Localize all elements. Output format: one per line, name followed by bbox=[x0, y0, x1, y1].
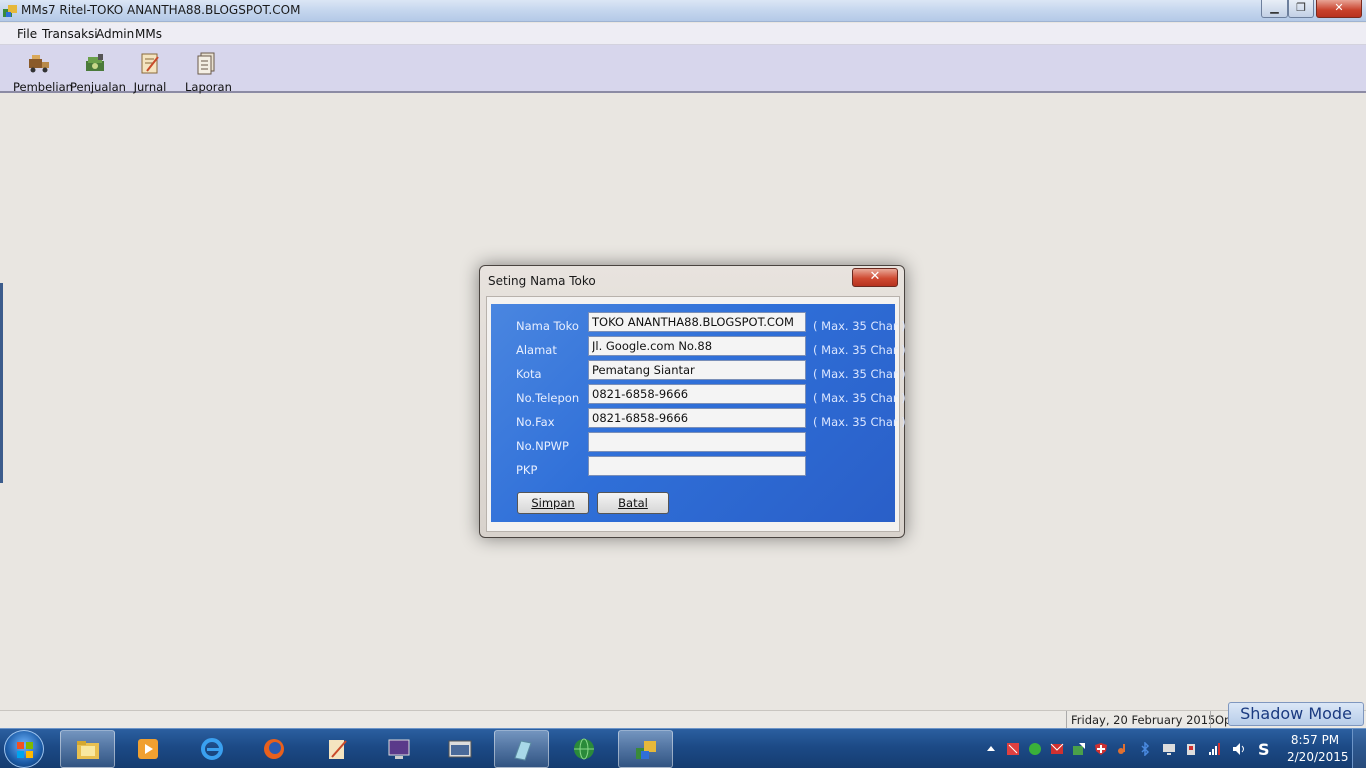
tray-volume-icon[interactable] bbox=[1232, 742, 1246, 756]
menu-bar: File Transaksi Admin MMs bbox=[0, 23, 1366, 45]
label-npwp: No.NPWP bbox=[516, 439, 569, 453]
clock-date[interactable]: 2/20/2015 bbox=[1287, 750, 1349, 764]
report-icon bbox=[197, 52, 215, 75]
tray-device-icon[interactable] bbox=[1184, 742, 1198, 756]
globe-icon bbox=[574, 738, 594, 760]
pembelian-label: Pembelian bbox=[13, 80, 73, 94]
firefox-icon bbox=[264, 739, 284, 759]
npwp-field[interactable] bbox=[588, 432, 806, 452]
label-pkp: PKP bbox=[516, 463, 538, 477]
media-player-icon bbox=[138, 739, 158, 759]
notepad-icon bbox=[329, 740, 347, 759]
taskbar-media-player[interactable] bbox=[121, 730, 176, 768]
fax-field[interactable] bbox=[588, 408, 806, 428]
dialog-close-button[interactable]: ✕ bbox=[852, 268, 898, 287]
menu-transaksi[interactable]: Transaksi bbox=[42, 27, 98, 41]
dialog-frame: Nama Toko ( Max. 35 Char ) Alamat ( Max.… bbox=[486, 296, 906, 532]
tray-update-icon[interactable] bbox=[1072, 742, 1086, 756]
taskbar-internet-explorer[interactable] bbox=[185, 730, 240, 768]
seting-nama-toko-dialog: Seting Nama Toko ✕ Nama Toko ( Max. 35 C… bbox=[479, 265, 906, 538]
label-kota: Kota bbox=[516, 367, 542, 381]
label-telepon: No.Telepon bbox=[516, 391, 580, 405]
alamat-field[interactable] bbox=[588, 336, 806, 356]
minimize-button[interactable]: ▁ bbox=[1261, 0, 1288, 18]
tray-expand-icon[interactable] bbox=[984, 742, 998, 756]
label-nama-toko: Nama Toko bbox=[516, 319, 579, 333]
clock-time[interactable]: 8:57 PM bbox=[1287, 733, 1343, 747]
show-desktop-button[interactable] bbox=[1352, 729, 1366, 768]
taskbar-window-app[interactable] bbox=[433, 730, 488, 768]
money-icon bbox=[86, 54, 104, 71]
pembelian-button[interactable]: Pembelian bbox=[13, 51, 73, 94]
pkp-field[interactable] bbox=[588, 456, 806, 476]
taskbar-firefox[interactable] bbox=[247, 730, 302, 768]
title-bar: MMs7 Ritel-TOKO ANANTHA88.BLOGSPOT.COM ▁… bbox=[0, 0, 1366, 22]
mms7-app-icon bbox=[636, 741, 656, 759]
tray-display-icon[interactable] bbox=[1162, 742, 1176, 756]
jurnal-button[interactable]: Jurnal bbox=[133, 51, 167, 94]
screen-icon bbox=[388, 739, 410, 759]
hint-nama-toko: ( Max. 35 Char ) bbox=[813, 319, 906, 333]
tray-shield-icon[interactable] bbox=[1094, 742, 1108, 756]
laporan-button[interactable]: Laporan bbox=[185, 51, 232, 94]
status-date: Friday, 20 February 2015 bbox=[1066, 711, 1219, 729]
tray-security-icon[interactable] bbox=[1006, 742, 1020, 756]
hint-alamat: ( Max. 35 Char ) bbox=[813, 343, 906, 357]
taskbar-notepad[interactable] bbox=[310, 730, 365, 768]
taskbar-paper-app[interactable] bbox=[494, 730, 549, 768]
batal-button[interactable]: Batal bbox=[597, 492, 669, 514]
status-bar: Friday, 20 February 2015 Op bbox=[0, 710, 1366, 729]
telepon-field[interactable] bbox=[588, 384, 806, 404]
label-alamat: Alamat bbox=[516, 343, 557, 357]
hint-fax: ( Max. 35 Char ) bbox=[813, 415, 906, 429]
tray-mail-icon[interactable] bbox=[1050, 742, 1064, 756]
shadow-mode-badge[interactable]: Shadow Mode bbox=[1228, 702, 1364, 726]
dialog-title: Seting Nama Toko bbox=[488, 274, 596, 288]
taskbar-explorer[interactable] bbox=[60, 730, 115, 768]
penjualan-button[interactable]: Penjualan bbox=[70, 51, 126, 94]
svg-text:S: S bbox=[1258, 740, 1270, 758]
left-edge-marker bbox=[0, 283, 3, 483]
start-button[interactable] bbox=[4, 730, 44, 768]
laporan-label: Laporan bbox=[185, 80, 232, 94]
notepad-icon bbox=[141, 53, 159, 74]
paper-icon bbox=[514, 740, 532, 761]
internet-explorer-icon bbox=[201, 738, 223, 760]
taskbar-screen-app[interactable] bbox=[372, 730, 427, 768]
toolbar: Pembelian Penjualan Jurnal Laporan bbox=[0, 45, 1366, 94]
close-button[interactable]: ✕ bbox=[1316, 0, 1362, 18]
tray-signal-icon[interactable] bbox=[1208, 742, 1222, 756]
menu-mms[interactable]: MMs bbox=[135, 27, 162, 41]
folder-icon bbox=[77, 741, 99, 759]
tray-audio-manager-icon[interactable] bbox=[1116, 742, 1130, 756]
window-title: MMs7 Ritel-TOKO ANANTHA88.BLOGSPOT.COM bbox=[21, 3, 301, 17]
windows-logo-icon bbox=[17, 742, 33, 758]
taskbar-mms7-app[interactable] bbox=[618, 730, 673, 768]
tray-skype-icon[interactable]: S bbox=[1256, 740, 1274, 758]
window-icon bbox=[448, 740, 472, 758]
label-fax: No.Fax bbox=[516, 415, 555, 429]
menu-file[interactable]: File bbox=[17, 27, 37, 41]
taskbar: S bbox=[0, 728, 1366, 768]
menu-admin[interactable]: Admin bbox=[96, 27, 134, 41]
taskbar-globe-app[interactable] bbox=[557, 730, 612, 768]
nama-toko-field[interactable] bbox=[588, 312, 806, 332]
tray-network-icon[interactable] bbox=[1028, 742, 1042, 756]
jurnal-label: Jurnal bbox=[133, 80, 167, 94]
hint-kota: ( Max. 35 Char ) bbox=[813, 367, 906, 381]
hint-telepon: ( Max. 35 Char ) bbox=[813, 391, 906, 405]
restore-button[interactable]: ❐ bbox=[1288, 0, 1314, 18]
app-icon bbox=[3, 5, 17, 17]
kota-field[interactable] bbox=[588, 360, 806, 380]
tray-bluetooth-icon[interactable] bbox=[1138, 742, 1152, 756]
truck-icon bbox=[29, 55, 49, 73]
simpan-button[interactable]: Simpan bbox=[517, 492, 589, 514]
dialog-form-panel: Nama Toko ( Max. 35 Char ) Alamat ( Max.… bbox=[491, 304, 906, 522]
penjualan-label: Penjualan bbox=[70, 80, 126, 94]
